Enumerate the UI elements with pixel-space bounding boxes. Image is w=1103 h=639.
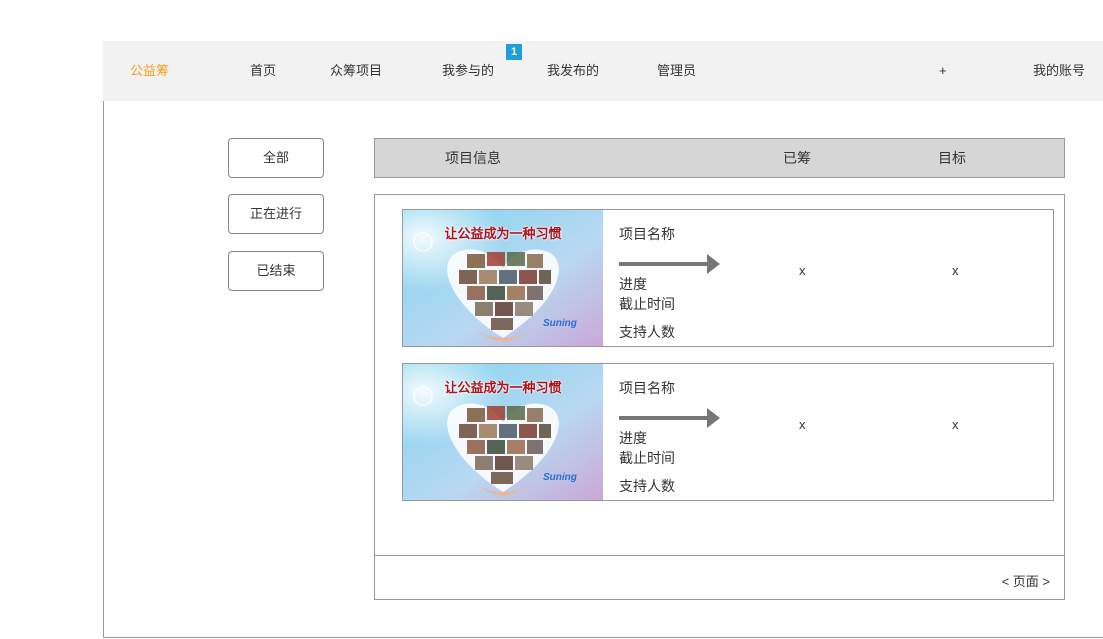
nav-item-crowdfunding-projects[interactable]: 众筹项目 xyxy=(330,41,382,101)
nav-item-participated[interactable]: 我参与的 xyxy=(442,41,494,101)
raised-value: x xyxy=(799,417,806,432)
list-footer: < 页面 > xyxy=(375,555,1064,600)
project-card[interactable]: 让公益成为一种习惯 Suning 项目名称 进度 截止时间 支持人数 x x xyxy=(402,363,1054,501)
raised-value: x xyxy=(799,263,806,278)
nav-item-home[interactable]: 首页 xyxy=(250,41,276,101)
notification-badge: 1 xyxy=(506,44,522,60)
project-name-label: 项目名称 xyxy=(619,380,675,396)
supporters-label: 支持人数 xyxy=(619,324,675,340)
image-brand: Suning xyxy=(543,318,577,329)
filter-ongoing-button[interactable]: 正在进行 xyxy=(228,194,324,234)
deadline-label: 截止时间 xyxy=(619,296,675,312)
project-name-label: 项目名称 xyxy=(619,226,675,242)
header-project-info: 项目信息 xyxy=(445,150,501,166)
supporters-label: 支持人数 xyxy=(619,478,675,494)
nav-item-published[interactable]: 我发布的 xyxy=(547,41,599,101)
pagination[interactable]: < 页面 > xyxy=(1002,571,1050,590)
add-button[interactable]: + xyxy=(939,41,947,101)
image-brand: Suning xyxy=(543,472,577,483)
filter-ended-button[interactable]: 已结束 xyxy=(228,251,324,291)
project-image[interactable]: 让公益成为一种习惯 Suning xyxy=(403,364,603,500)
filter-all-button[interactable]: 全部 xyxy=(228,138,324,178)
progress-arrow-icon xyxy=(619,254,720,274)
progress-label: 进度 xyxy=(619,276,647,292)
project-image[interactable]: 让公益成为一种习惯 Suning xyxy=(403,210,603,346)
progress-label: 进度 xyxy=(619,430,647,446)
target-value: x xyxy=(952,417,959,432)
image-title: 让公益成为一种习惯 xyxy=(444,226,562,241)
brand-logo[interactable]: 公益筹 xyxy=(130,41,169,101)
progress-arrow-icon xyxy=(619,408,720,428)
nav-item-my-account[interactable]: 我的账号 xyxy=(1033,41,1085,101)
header-target: 目标 xyxy=(938,150,966,166)
target-value: x xyxy=(952,263,959,278)
top-nav: 公益筹 首页 众筹项目 我参与的 我发布的 管理员 + 我的账号 xyxy=(103,41,1103,101)
table-header: 项目信息 已筹 目标 xyxy=(374,138,1065,178)
project-card[interactable]: 让公益成为一种习惯 Suning 项目名称 进度 截止时间 支持人数 x x xyxy=(402,209,1054,347)
header-raised: 已筹 xyxy=(783,150,811,166)
image-title: 让公益成为一种习惯 xyxy=(444,380,562,395)
nav-item-admin[interactable]: 管理员 xyxy=(657,41,696,101)
deadline-label: 截止时间 xyxy=(619,450,675,466)
